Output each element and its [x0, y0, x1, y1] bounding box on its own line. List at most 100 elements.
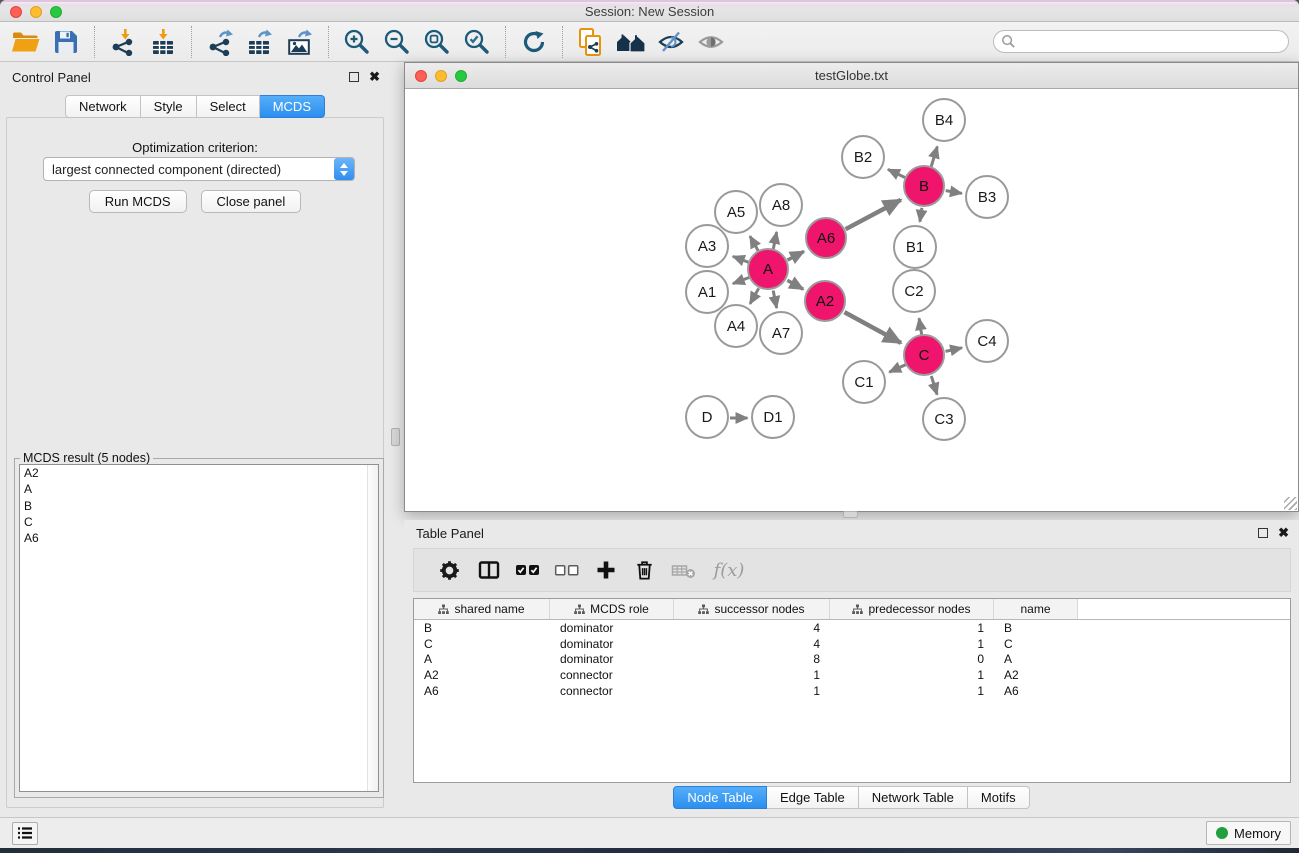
table-cell[interactable]: C — [414, 637, 550, 651]
list-item[interactable]: B — [20, 498, 378, 514]
table-cell[interactable]: A2 — [414, 668, 550, 682]
table-row[interactable]: Bdominator41B — [414, 620, 1290, 636]
deselect-all-button[interactable] — [547, 552, 586, 588]
import-table-button[interactable] — [143, 25, 183, 59]
mcds-result-list[interactable]: A2ABCA6 — [19, 464, 379, 792]
table-cell[interactable]: 4 — [674, 621, 830, 635]
graph-node-C3[interactable]: C3 — [922, 397, 966, 441]
export-network-button[interactable] — [200, 25, 240, 59]
graph-node-B4[interactable]: B4 — [922, 98, 966, 142]
table-cell[interactable]: A6 — [994, 684, 1078, 698]
list-item[interactable]: A6 — [20, 530, 378, 546]
list-item[interactable]: A2 — [20, 465, 378, 481]
close-panel-button[interactable]: Close panel — [201, 190, 302, 213]
graph-node-D1[interactable]: D1 — [751, 395, 795, 439]
list-item[interactable]: A — [20, 481, 378, 497]
table-settings-button[interactable] — [430, 552, 469, 588]
graph-node-B[interactable]: B — [903, 165, 945, 207]
column-header-name[interactable]: name — [994, 599, 1078, 619]
table-row[interactable]: Adominator80A — [414, 651, 1290, 667]
tab-node-table[interactable]: Node Table — [673, 786, 767, 809]
column-header-MCDS-role[interactable]: MCDS role — [550, 599, 674, 619]
import-network-button[interactable] — [103, 25, 143, 59]
table-cell[interactable]: A — [994, 652, 1078, 666]
column-header-successor-nodes[interactable]: successor nodes — [674, 599, 830, 619]
result-list-scrollbar[interactable] — [367, 465, 378, 791]
graph-node-B2[interactable]: B2 — [841, 135, 885, 179]
function-builder-button[interactable]: f(x) — [703, 552, 755, 588]
graph-node-B1[interactable]: B1 — [893, 225, 937, 269]
add-row-button[interactable] — [586, 552, 625, 588]
show-column-button[interactable] — [469, 552, 508, 588]
tab-network-table[interactable]: Network Table — [859, 786, 968, 809]
delete-table-button[interactable] — [664, 552, 703, 588]
select-all-button[interactable] — [508, 552, 547, 588]
graph-node-A[interactable]: A — [747, 248, 789, 290]
search-input[interactable] — [993, 30, 1289, 53]
save-session-button[interactable] — [46, 25, 86, 59]
table-cell[interactable]: 1 — [674, 668, 830, 682]
close-table-panel-icon[interactable]: ✖ — [1278, 528, 1289, 538]
table-cell[interactable]: connector — [550, 684, 674, 698]
search-text-field[interactable] — [1020, 35, 1288, 49]
table-cell[interactable]: 8 — [674, 652, 830, 666]
close-panel-icon[interactable]: ✖ — [369, 72, 380, 82]
zoom-fit-button[interactable] — [417, 25, 457, 59]
network-window-titlebar[interactable]: testGlobe.txt — [405, 63, 1298, 89]
tab-motifs[interactable]: Motifs — [968, 786, 1030, 809]
tab-network[interactable]: Network — [65, 95, 141, 118]
network-canvas[interactable]: B4B2BB3A8A5A6B1A3AA1C2A2A4A7CC4C1C3DD1 — [405, 89, 1298, 511]
table-cell[interactable]: connector — [550, 668, 674, 682]
float-panel-icon[interactable] — [349, 72, 359, 82]
open-session-button[interactable] — [6, 25, 46, 59]
graph-node-A5[interactable]: A5 — [714, 190, 758, 234]
graph-node-C4[interactable]: C4 — [965, 319, 1009, 363]
graph-node-C1[interactable]: C1 — [842, 360, 886, 404]
zoom-selected-button[interactable] — [457, 25, 497, 59]
table-cell[interactable]: 4 — [674, 637, 830, 651]
graph-node-B3[interactable]: B3 — [965, 175, 1009, 219]
table-cell[interactable]: 1 — [830, 621, 994, 635]
table-cell[interactable]: 1 — [830, 668, 994, 682]
table-cell[interactable]: A — [414, 652, 550, 666]
export-image-button[interactable] — [280, 25, 320, 59]
graph-node-A6[interactable]: A6 — [805, 217, 847, 259]
tab-edge-table[interactable]: Edge Table — [767, 786, 859, 809]
graph-node-A8[interactable]: A8 — [759, 183, 803, 227]
vertical-splitter-handle[interactable] — [391, 428, 400, 446]
table-row[interactable]: A6connector11A6 — [414, 683, 1290, 699]
table-row[interactable]: Cdominator41C — [414, 636, 1290, 652]
show-graphics-details-button[interactable] — [691, 25, 731, 59]
memory-button[interactable]: Memory — [1206, 821, 1291, 845]
run-mcds-button[interactable]: Run MCDS — [89, 190, 187, 213]
table-cell[interactable]: 1 — [674, 684, 830, 698]
table-cell[interactable]: B — [994, 621, 1078, 635]
graph-node-A7[interactable]: A7 — [759, 311, 803, 355]
resize-grip-icon[interactable] — [1284, 497, 1297, 510]
horizontal-splitter-handle[interactable] — [843, 511, 858, 518]
refresh-view-button[interactable] — [514, 25, 554, 59]
task-history-button[interactable] — [12, 822, 38, 845]
node-table[interactable]: shared nameMCDS rolesuccessor nodesprede… — [413, 598, 1291, 783]
hide-graphics-details-button[interactable] — [651, 25, 691, 59]
table-row[interactable]: A2connector11A2 — [414, 667, 1290, 683]
tab-mcds[interactable]: MCDS — [260, 95, 325, 118]
home-button[interactable] — [611, 25, 651, 59]
list-item[interactable]: C — [20, 514, 378, 530]
column-header-predecessor-nodes[interactable]: predecessor nodes — [830, 599, 994, 619]
table-cell[interactable]: dominator — [550, 652, 674, 666]
graph-node-D[interactable]: D — [685, 395, 729, 439]
export-table-button[interactable] — [240, 25, 280, 59]
table-cell[interactable]: dominator — [550, 637, 674, 651]
graph-node-A3[interactable]: A3 — [685, 224, 729, 268]
table-cell[interactable]: 1 — [830, 684, 994, 698]
table-cell[interactable]: dominator — [550, 621, 674, 635]
open-session-file-button[interactable] — [571, 25, 611, 59]
table-cell[interactable]: B — [414, 621, 550, 635]
table-cell[interactable]: 0 — [830, 652, 994, 666]
table-cell[interactable]: A2 — [994, 668, 1078, 682]
tab-select[interactable]: Select — [197, 95, 260, 118]
graph-node-A4[interactable]: A4 — [714, 304, 758, 348]
float-table-panel-icon[interactable] — [1258, 528, 1268, 538]
graph-node-C2[interactable]: C2 — [892, 269, 936, 313]
